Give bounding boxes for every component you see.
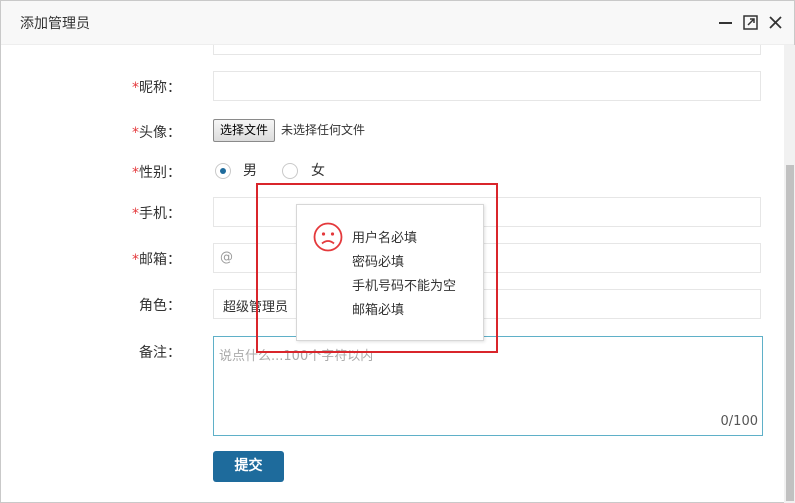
remark-char-counter: 0/100 [720, 414, 758, 429]
gender-male-label[interactable]: 男 [243, 160, 257, 180]
choose-file-button[interactable]: 选择文件 [213, 119, 276, 142]
required-mark: * [132, 252, 139, 268]
scrollbar-thumb[interactable] [786, 165, 794, 501]
gender-label: *性别： [132, 165, 181, 181]
dialog-title: 添加管理员 [20, 16, 90, 32]
file-status-text: 未选择任何文件 [281, 123, 366, 137]
required-mark: * [132, 206, 139, 222]
close-icon[interactable] [767, 13, 785, 31]
gender-female-radio[interactable] [282, 163, 298, 179]
nickname-input[interactable] [213, 71, 761, 101]
nickname-label: *昵称： [132, 80, 181, 96]
vertical-scrollbar[interactable] [784, 45, 795, 503]
gender-male-radio[interactable] [215, 163, 231, 179]
minimize-icon[interactable] [717, 13, 735, 31]
required-mark: * [132, 125, 139, 141]
maximize-icon[interactable] [742, 13, 760, 31]
phone-label: *手机： [132, 206, 181, 222]
required-mark: * [132, 80, 139, 96]
avatar-label: *头像： [132, 125, 181, 141]
remark-label: 备注： [139, 345, 181, 361]
gender-female-label[interactable]: 女 [311, 160, 325, 180]
submit-button[interactable]: 提交 [213, 451, 284, 482]
dialog-titlebar: 添加管理员 [1, 1, 794, 45]
email-label: *邮箱： [132, 252, 181, 268]
required-mark: * [132, 165, 139, 181]
scrolled-field-partial[interactable] [213, 45, 761, 55]
email-placeholder: @ [220, 250, 233, 265]
role-label: 角色： [139, 298, 181, 314]
highlight-annotation-box [256, 183, 498, 353]
